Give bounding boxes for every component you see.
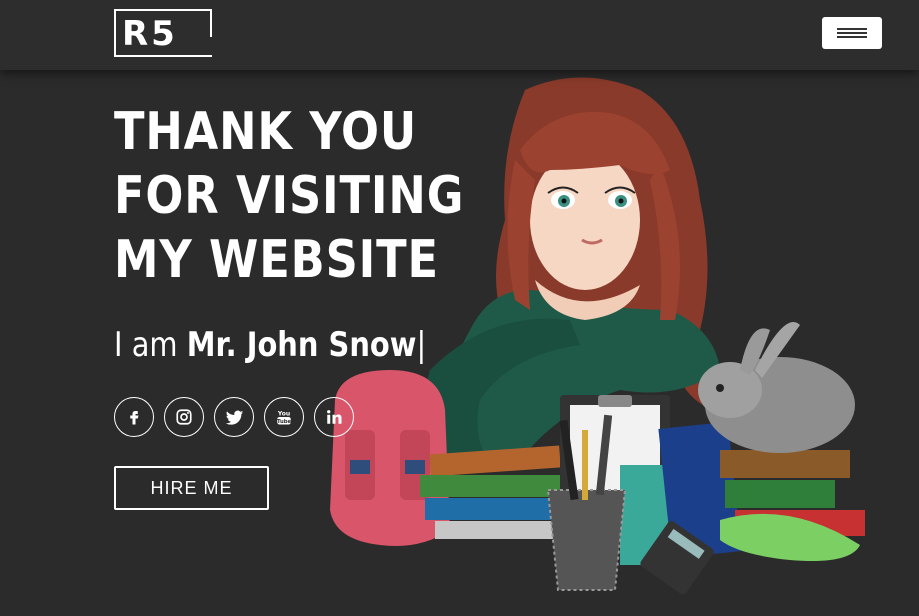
facebook-link[interactable]	[114, 397, 154, 437]
linkedin-icon	[327, 410, 342, 424]
svg-text:You: You	[277, 411, 290, 418]
owner-name: Mr. John Snow	[186, 325, 417, 365]
hamburger-icon	[837, 28, 867, 30]
site-logo[interactable]: R5	[114, 9, 212, 57]
hero-intro: I am Mr. John Snow|	[114, 325, 426, 365]
linkedin-link[interactable]	[314, 397, 354, 437]
typing-cursor: |	[416, 325, 427, 365]
twitter-icon	[225, 410, 243, 425]
logo-text: R5	[122, 14, 178, 54]
hero-headline: THANK YOU FOR VISITING MY WEBSITE	[114, 102, 465, 290]
navbar: R5	[0, 0, 919, 70]
facebook-icon	[130, 411, 139, 425]
hero-content: THANK YOU FOR VISITING MY WEBSITE I am M…	[114, 100, 574, 510]
youtube-icon: You Tube	[277, 411, 292, 426]
social-links: You Tube	[114, 397, 354, 437]
instagram-icon	[176, 409, 192, 425]
intro-prefix: I am	[114, 325, 178, 365]
youtube-link[interactable]: You Tube	[264, 397, 304, 437]
twitter-link[interactable]	[214, 397, 254, 437]
hire-me-button[interactable]: HIRE ME	[114, 466, 269, 510]
svg-text:Tube: Tube	[277, 419, 292, 425]
instagram-link[interactable]	[164, 397, 204, 437]
menu-toggle-button[interactable]	[822, 17, 882, 49]
